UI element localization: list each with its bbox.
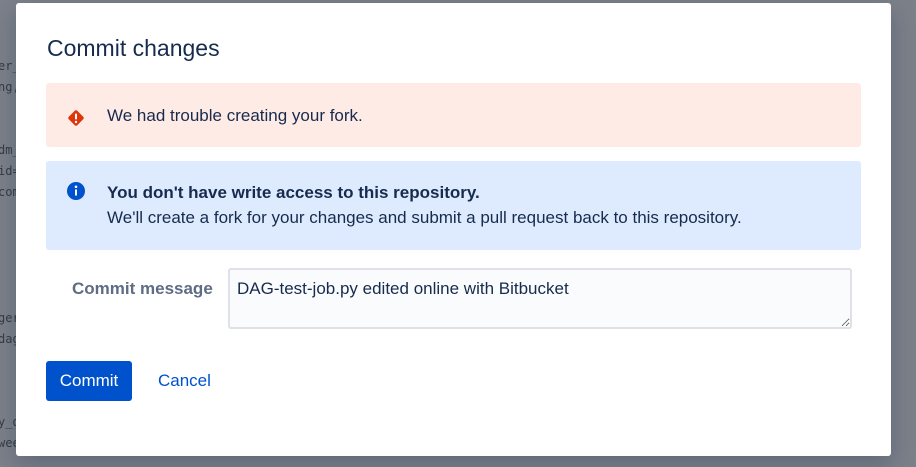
dialog-title: Commit changes [47, 35, 220, 61]
error-message: We had trouble creating your fork. [107, 106, 363, 125]
info-banner: You don't have write access to this repo… [46, 161, 861, 250]
commit-changes-dialog: Commit changes We had trouble creating y… [16, 3, 891, 456]
commit-button[interactable]: Commit [46, 361, 132, 401]
warning-diamond-icon [66, 108, 86, 128]
info-circle-icon [66, 181, 86, 201]
error-banner: We had trouble creating your fork. [46, 83, 861, 147]
commit-message-input[interactable]: DAG-test-job.py edited online with Bitbu… [228, 268, 852, 329]
info-heading: You don't have write access to this repo… [107, 183, 480, 202]
cancel-button[interactable]: Cancel [148, 361, 221, 401]
info-description: We'll create a fork for your changes and… [107, 208, 742, 227]
commit-message-label: Commit message [72, 279, 213, 298]
